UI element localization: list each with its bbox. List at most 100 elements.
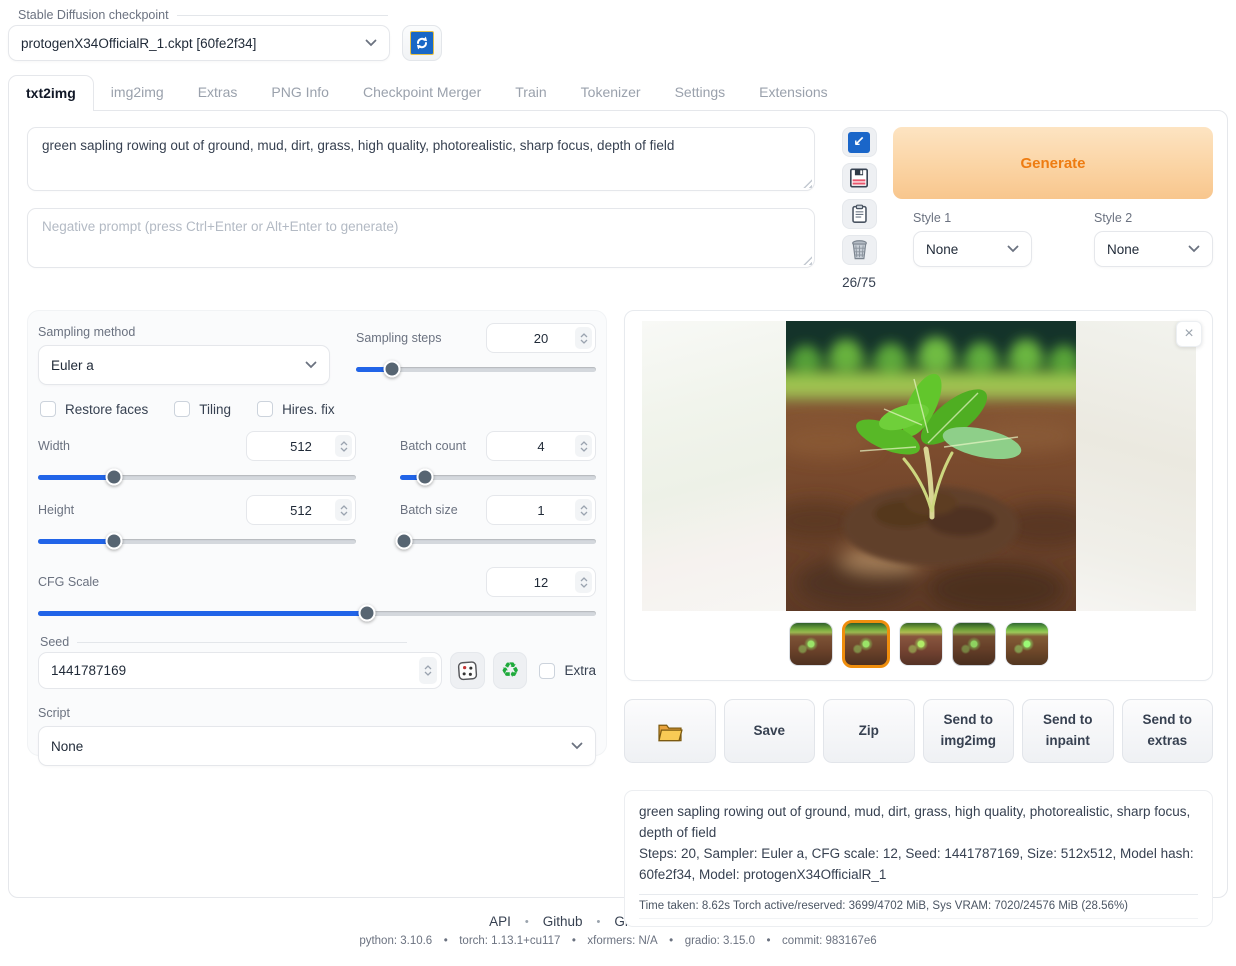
stepper-icon[interactable] — [335, 499, 352, 521]
thumbnail-3[interactable] — [899, 622, 943, 666]
stepper-icon[interactable] — [575, 327, 592, 349]
prompt-tools: ↙ — [841, 127, 877, 290]
tab-extensions[interactable]: Extensions — [742, 75, 844, 110]
sampling-steps-input[interactable]: 20 — [486, 323, 596, 353]
generated-image[interactable] — [786, 321, 1076, 611]
script-select[interactable]: None — [38, 726, 596, 766]
style2-label: Style 2 — [1094, 211, 1132, 225]
tab-png-info[interactable]: PNG Info — [254, 75, 346, 110]
checkbox-icon — [40, 401, 56, 417]
tiling-checkbox[interactable]: Tiling — [174, 401, 231, 417]
parameters-panel: Sampling method Euler a Sampling steps 2… — [27, 310, 607, 756]
checkpoint-select[interactable]: protogenX34OfficialR_1.ckpt [60fe2f34] — [8, 25, 390, 61]
checkpoint-bar: Stable Diffusion checkpoint protogenX34O… — [0, 0, 1236, 61]
prompt-input[interactable]: green sapling rowing out of ground, mud,… — [27, 127, 815, 191]
height-group: Height 512 — [38, 495, 356, 549]
width-group: Width 512 — [38, 431, 356, 485]
chevron-down-icon — [305, 361, 317, 369]
checkpoint-group: Stable Diffusion checkpoint protogenX34O… — [8, 8, 390, 61]
height-label: Height — [38, 503, 74, 517]
style2-select[interactable]: None — [1094, 231, 1213, 267]
cfg-scale-label: CFG Scale — [38, 575, 99, 589]
extra-seed-checkbox[interactable]: Extra — [539, 663, 596, 679]
sampling-steps-label: Sampling steps — [356, 331, 441, 345]
stepper-icon[interactable] — [419, 657, 437, 684]
negative-prompt-input[interactable] — [27, 208, 815, 268]
stepper-icon[interactable] — [575, 435, 592, 457]
style1-value: None — [926, 242, 958, 257]
save-style-button[interactable] — [842, 163, 877, 193]
floppy-disk-icon — [849, 168, 869, 188]
token-counter: 26/75 — [842, 275, 876, 290]
output-column: × — [624, 310, 1213, 927]
apply-style-button[interactable] — [842, 199, 877, 229]
clipboard-icon — [850, 204, 869, 224]
thumbnail-2-selected[interactable] — [842, 620, 890, 668]
tab-extras[interactable]: Extras — [181, 75, 255, 110]
tab-settings[interactable]: Settings — [658, 75, 743, 110]
thumbnail-strip — [635, 620, 1202, 668]
clear-prompt-button[interactable] — [842, 235, 877, 265]
width-slider[interactable] — [38, 469, 356, 485]
width-label: Width — [38, 439, 70, 453]
width-input[interactable]: 512 — [246, 431, 356, 461]
restore-faces-checkbox[interactable]: Restore faces — [40, 401, 148, 417]
txt2img-panel: green sapling rowing out of ground, mud,… — [8, 110, 1228, 898]
chevron-down-icon — [1007, 245, 1019, 253]
refresh-icon — [410, 31, 434, 55]
send-to-inpaint-button[interactable]: Send to inpaint — [1022, 699, 1114, 763]
seed-group: Seed 1441787169 — [38, 635, 596, 689]
close-icon[interactable]: × — [1176, 321, 1202, 347]
sampling-steps-group: Sampling steps 20 — [356, 323, 596, 385]
gallery-backdrop-right — [1076, 321, 1196, 611]
tab-checkpoint-merger[interactable]: Checkpoint Merger — [346, 75, 498, 110]
tab-img2img[interactable]: img2img — [94, 75, 181, 110]
batch-count-slider[interactable] — [400, 469, 596, 485]
refresh-checkpoint-button[interactable] — [402, 25, 442, 61]
chevron-down-icon — [365, 39, 377, 47]
height-slider[interactable] — [38, 533, 356, 549]
batch-count-label: Batch count — [400, 439, 466, 453]
thumbnail-4[interactable] — [952, 622, 996, 666]
sd-webui-page: Stable Diffusion checkpoint protogenX34O… — [0, 0, 1236, 966]
sampling-method-label: Sampling method — [38, 325, 135, 339]
style2-value: None — [1107, 242, 1139, 257]
random-seed-button[interactable] — [450, 652, 485, 689]
thumbnail-1[interactable] — [789, 622, 833, 666]
dice-icon — [457, 660, 478, 681]
sampling-steps-slider[interactable] — [356, 361, 596, 377]
style1-group: Style 1 None — [913, 209, 1032, 267]
tab-train[interactable]: Train — [498, 75, 563, 110]
seed-label: Seed — [40, 635, 69, 649]
result-gallery: × — [624, 310, 1213, 681]
generate-button[interactable]: Generate — [893, 127, 1213, 199]
hires-fix-checkbox[interactable]: Hires. fix — [257, 401, 335, 417]
style1-select[interactable]: None — [913, 231, 1032, 267]
thumbnail-5[interactable] — [1005, 622, 1049, 666]
chevron-down-icon — [571, 742, 583, 750]
read-generation-params-button[interactable]: ↙ — [842, 127, 877, 157]
tab-txt2img[interactable]: txt2img — [8, 75, 94, 111]
stepper-icon[interactable] — [575, 571, 592, 593]
send-to-img2img-button[interactable]: Send to img2img — [923, 699, 1015, 763]
reuse-seed-button[interactable]: ♻ — [493, 652, 528, 689]
cfg-scale-input[interactable]: 12 — [486, 567, 596, 597]
batch-size-slider[interactable] — [400, 533, 596, 549]
cfg-scale-slider[interactable] — [38, 605, 596, 621]
seed-input[interactable]: 1441787169 — [38, 652, 442, 689]
open-folder-button[interactable] — [624, 699, 716, 763]
batch-size-input[interactable]: 1 — [486, 495, 596, 525]
tab-tokenizer[interactable]: Tokenizer — [564, 75, 658, 110]
sampling-method-select[interactable]: Euler a — [38, 345, 330, 385]
recycle-icon: ♻ — [501, 660, 520, 681]
send-to-extras-button[interactable]: Send to extras — [1122, 699, 1214, 763]
checkbox-icon — [174, 401, 190, 417]
height-input[interactable]: 512 — [246, 495, 356, 525]
gallery-backdrop-left — [642, 321, 786, 611]
stepper-icon[interactable] — [335, 435, 352, 457]
chevron-down-icon — [1188, 245, 1200, 253]
save-button[interactable]: Save — [724, 699, 816, 763]
zip-button[interactable]: Zip — [823, 699, 915, 763]
stepper-icon[interactable] — [575, 499, 592, 521]
batch-count-input[interactable]: 4 — [486, 431, 596, 461]
